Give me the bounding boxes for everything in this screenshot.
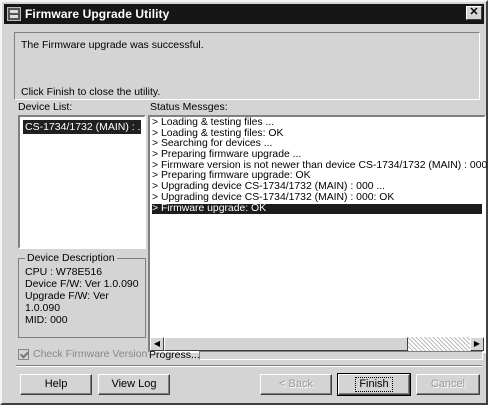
status-message-item[interactable]: > Upgrading device CS-1734/1732 (MAIN) :… [152,192,482,204]
progress-label: Progress... [149,349,200,361]
status-list: > Loading & testing files ... > Loading &… [152,117,487,215]
device-fw-info: Device F/W: Ver 1.0.090 [25,278,139,290]
title-bar: Firmware Upgrade Utility ✕ [4,4,484,24]
scroll-right-icon[interactable]: ▶ [470,337,484,351]
help-button[interactable]: Help [20,374,92,395]
status-messages-list[interactable]: > Loading & testing files ... > Loading &… [148,115,487,353]
device-description-group: Device Description CPU : W78E516 Device … [18,252,146,338]
scroll-thumb[interactable] [164,337,408,351]
scroll-track[interactable] [408,337,470,351]
finish-button[interactable]: Finish [337,373,411,396]
message-panel: The Firmware upgrade was successful. Cli… [14,32,480,100]
finish-instruction: Click Finish to close the utility. [21,86,161,98]
firmware-upgrade-window: Firmware Upgrade Utility ✕ The Firmware … [0,0,488,405]
status-messages-label: Status Messges: [150,101,228,113]
cpu-info: CPU : W78E516 [25,266,103,278]
device-description-title: Device Description [25,252,117,264]
upgrade-fw-info: Upgrade F/W: Ver 1.0.090 [25,290,109,314]
device-list[interactable]: CS-1734/1732 (MAIN) : ... [18,115,146,249]
device-list-item[interactable]: CS-1734/1732 (MAIN) : ... [23,120,141,134]
progress-bar [199,351,483,360]
status-message-item[interactable]: > Firmware upgrade: OK [152,203,482,215]
mid-info: MID: 000 [25,314,68,326]
finish-button-label: Finish [355,377,393,392]
cancel-button[interactable]: Cancel [416,374,480,395]
button-separator [16,365,482,367]
view-log-button[interactable]: View Log [98,374,170,395]
success-message: The Firmware upgrade was successful. [21,39,204,51]
window-title: Firmware Upgrade Utility [25,7,170,21]
app-icon [7,7,21,21]
horizontal-scrollbar[interactable]: ◀ ▶ [150,337,484,351]
back-button[interactable]: < Back [260,374,332,395]
close-button[interactable]: ✕ [466,6,482,20]
check-firmware-version-checkbox[interactable]: Check Firmware Version [18,348,147,360]
check-firmware-version-label: Check Firmware Version [33,348,148,360]
device-list-label: Device List: [18,101,73,113]
checkbox-check-icon [18,348,29,360]
